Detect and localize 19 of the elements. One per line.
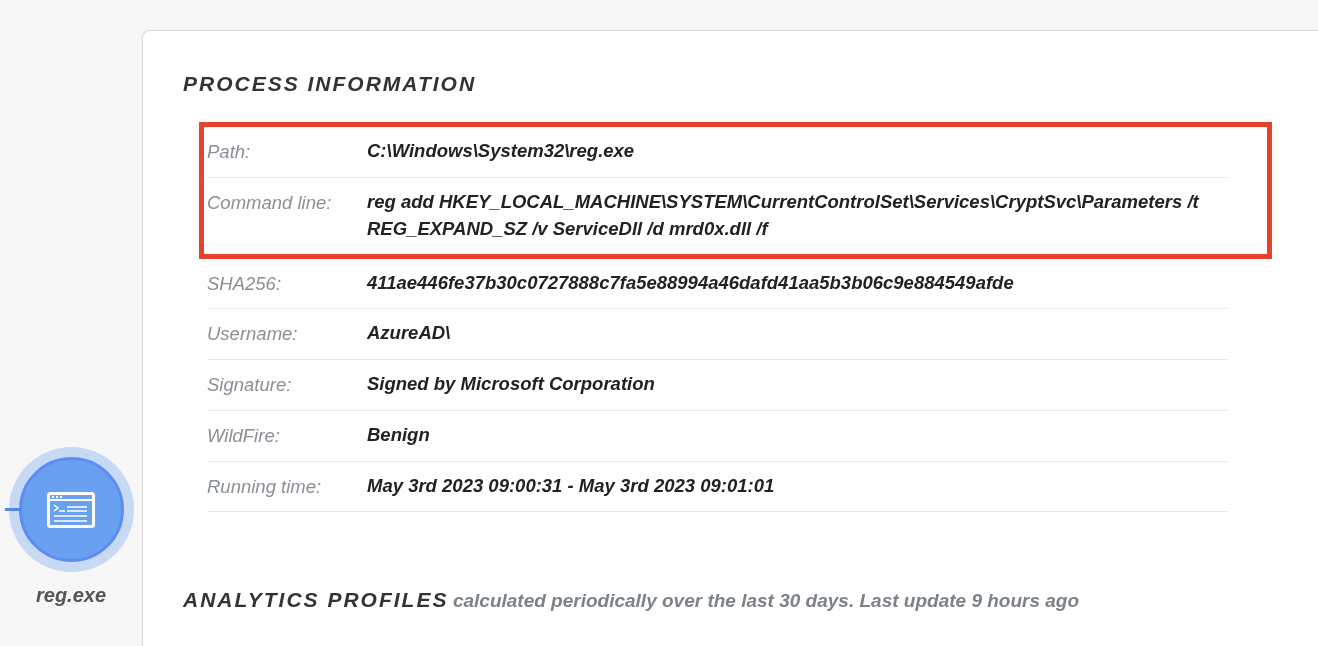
field-label: Path:: [207, 140, 252, 165]
section-subtitle: calculated periodically over the last 30 days. Last update 9 hours ago: [452, 590, 1080, 612]
field-value: 411ae446fe37b30c0727888c7fa5e88994a46dafd41aa5b3b06c9e884549afde: [367, 270, 1015, 295]
field-label: SHA256:: [207, 271, 283, 296]
field-value: reg add HKEY_LOCAL_MACHINE\SYSTEM\CurrentControlSet\Services\CryptSvc\Parameters /t REG_EXPAND_SZ /v ServiceDll /d mrd0x.dll /f: [367, 189, 1201, 241]
field-label: Username:: [207, 322, 299, 347]
terminal-window-icon: [47, 491, 95, 528]
field-value: Benign: [367, 422, 431, 447]
field-label: Signature:: [207, 373, 293, 398]
field-value: May 3rd 2023 09:00:31 - May 3rd 2023 09:01:01: [367, 473, 776, 498]
field-label: Command line:: [207, 190, 333, 215]
field-label: Running time:: [207, 474, 323, 499]
section-title: PROCESS INFORMATION: [183, 71, 478, 97]
field-value: Signed by Microsoft Corporation: [367, 372, 656, 397]
field-value: AzureAD\: [367, 321, 452, 346]
field-label: WildFire:: [207, 423, 281, 448]
process-label: reg.exe: [35, 583, 107, 608]
section-title: ANALYTICS PROFILES: [183, 588, 449, 612]
field-value: C:\Windows\System32\reg.exe: [367, 139, 636, 164]
